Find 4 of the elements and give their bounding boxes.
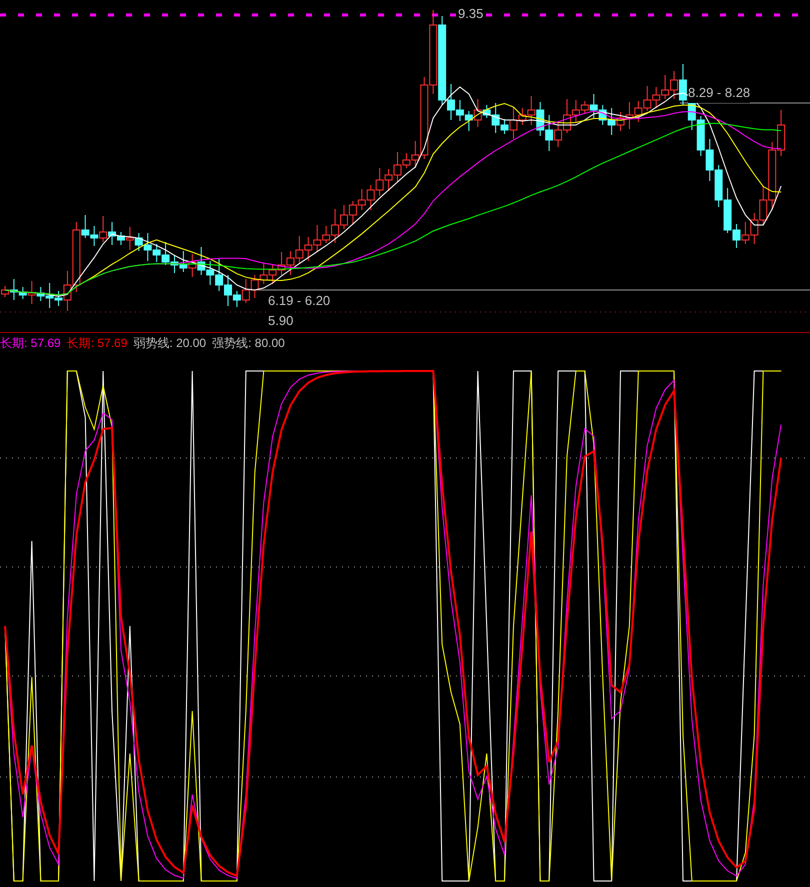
indicator-legend: 强势线: 80.00 xyxy=(212,335,285,351)
indicator-legend: 长期: 57.69 xyxy=(66,335,128,351)
indicator-legend: 长期: 57.69 xyxy=(0,335,61,351)
indicator-legend: 弱势线: 20.00 xyxy=(133,335,206,351)
